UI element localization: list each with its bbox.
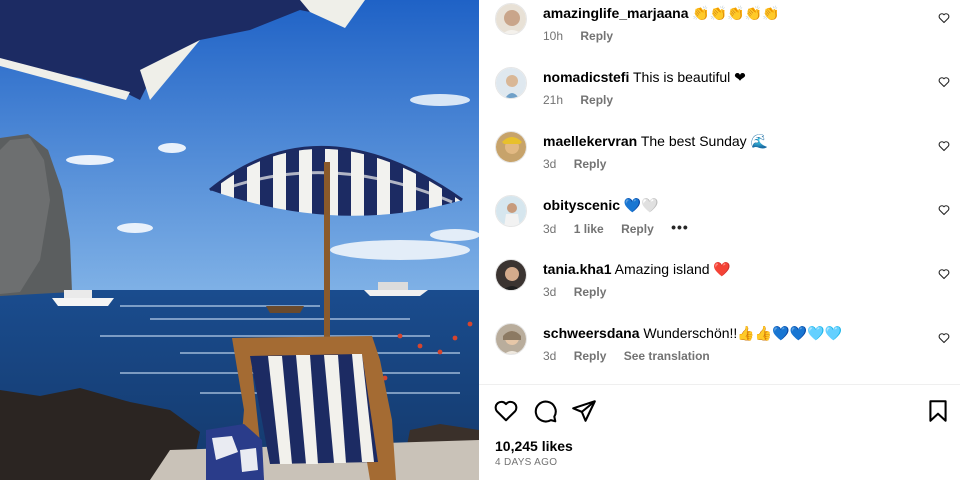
comment-username[interactable]: tania.kha1 bbox=[543, 261, 611, 277]
comment-time[interactable]: 3d bbox=[543, 285, 556, 299]
comment-text: 💙🤍 bbox=[623, 197, 659, 213]
comment-text: This is beautiful ❤ bbox=[633, 69, 746, 85]
comment-text: 👏👏👏👏👏 bbox=[692, 5, 780, 21]
comment-time[interactable]: 21h bbox=[543, 93, 563, 107]
section-divider bbox=[479, 384, 960, 385]
heart-small-icon[interactable] bbox=[938, 204, 950, 216]
post-action-bar bbox=[479, 396, 960, 426]
comment-item: maellekervran The best Sunday 🌊 3d Reply bbox=[479, 128, 960, 192]
ellipsis-icon[interactable]: ••• bbox=[671, 219, 689, 235]
comment-item: schweersdana Wunderschön!!👍👍💙💙🩵🩵 3d Repl… bbox=[479, 320, 960, 384]
comment-item: tania.kha1 Amazing island ❤️ 3d Reply bbox=[479, 256, 960, 320]
bookmark-icon[interactable] bbox=[925, 398, 951, 424]
beach-umbrella-photo bbox=[0, 0, 479, 480]
comment-text: Wunderschön!!👍👍💙💙🩵🩵 bbox=[643, 325, 842, 341]
comment-bubble-icon[interactable] bbox=[532, 398, 558, 424]
comment-like-count[interactable]: 1 like bbox=[574, 222, 604, 236]
heart-small-icon[interactable] bbox=[938, 12, 950, 24]
avatar[interactable] bbox=[495, 131, 527, 163]
avatar[interactable] bbox=[495, 259, 527, 291]
reply-button[interactable]: Reply bbox=[580, 29, 613, 43]
comment-item: amazinglife_marjaana 👏👏👏👏👏 10h Reply bbox=[479, 0, 960, 64]
comments-list: amazinglife_marjaana 👏👏👏👏👏 10h Reply nom… bbox=[479, 0, 960, 384]
heart-small-icon[interactable] bbox=[938, 140, 950, 152]
heart-outline-icon[interactable] bbox=[493, 398, 519, 424]
avatar[interactable] bbox=[495, 67, 527, 99]
comment-time[interactable]: 3d bbox=[543, 157, 556, 171]
post-photo[interactable] bbox=[0, 0, 479, 480]
like-count[interactable]: 10,245 likes bbox=[495, 437, 573, 455]
comment-item: obityscenic 💙🤍 3d 1 like Reply ••• bbox=[479, 192, 960, 256]
reply-button[interactable]: Reply bbox=[580, 93, 613, 107]
avatar[interactable] bbox=[495, 3, 527, 35]
reply-button[interactable]: Reply bbox=[574, 285, 607, 299]
comment-time[interactable]: 3d bbox=[543, 222, 556, 236]
comment-time[interactable]: 3d bbox=[543, 349, 556, 363]
see-translation-link[interactable]: See translation bbox=[624, 349, 710, 363]
heart-small-icon[interactable] bbox=[938, 76, 950, 88]
avatar[interactable] bbox=[495, 323, 527, 355]
comment-username[interactable]: schweersdana bbox=[543, 325, 640, 341]
comment-text: Amazing island ❤️ bbox=[614, 261, 731, 277]
comment-item: nomadicstefi This is beautiful ❤ 21h Rep… bbox=[479, 64, 960, 128]
comment-username[interactable]: amazinglife_marjaana bbox=[543, 5, 689, 21]
comment-username[interactable]: obityscenic bbox=[543, 197, 620, 213]
comment-username[interactable]: nomadicstefi bbox=[543, 69, 629, 85]
reply-button[interactable]: Reply bbox=[574, 157, 607, 171]
paper-plane-icon[interactable] bbox=[571, 398, 597, 424]
comment-username[interactable]: maellekervran bbox=[543, 133, 637, 149]
heart-small-icon[interactable] bbox=[938, 268, 950, 280]
heart-small-icon[interactable] bbox=[938, 332, 950, 344]
reply-button[interactable]: Reply bbox=[574, 349, 607, 363]
post-sidebar: amazinglife_marjaana 👏👏👏👏👏 10h Reply nom… bbox=[479, 0, 960, 480]
reply-button[interactable]: Reply bbox=[621, 222, 654, 236]
post-date[interactable]: 4 DAYS AGO bbox=[495, 457, 557, 469]
avatar[interactable] bbox=[495, 195, 527, 227]
comment-text: The best Sunday 🌊 bbox=[640, 133, 768, 149]
comment-time[interactable]: 10h bbox=[543, 29, 563, 43]
